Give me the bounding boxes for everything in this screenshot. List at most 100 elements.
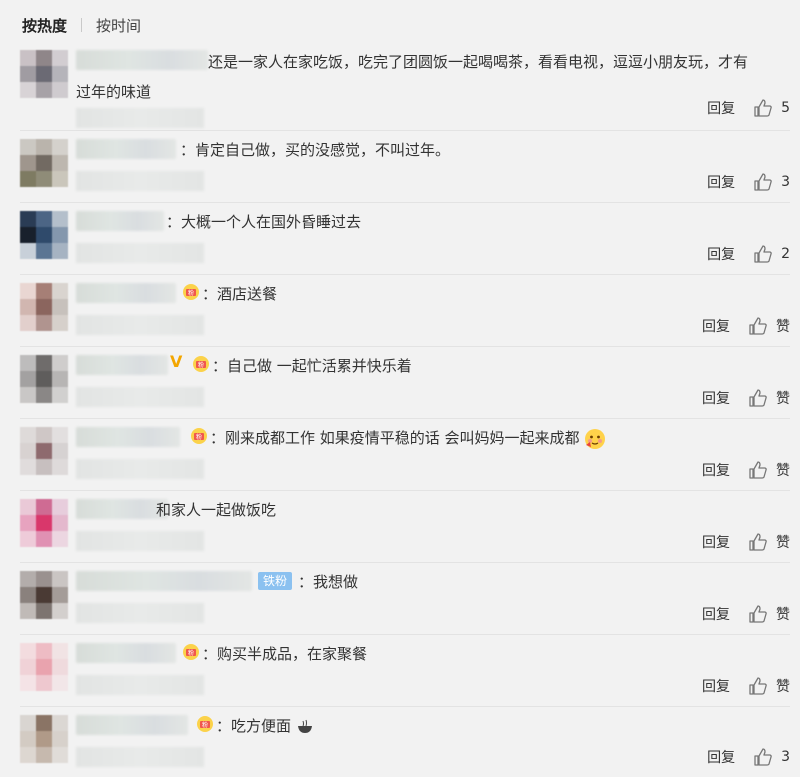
avatar[interactable]: [20, 50, 68, 98]
like-button[interactable]: 3: [753, 747, 790, 767]
comment-item: 粉 ：刚来成都工作 如果疫情平稳的话 会叫妈妈一起来成都 回复 赞: [20, 419, 790, 491]
reply-button[interactable]: 回复: [702, 460, 730, 480]
comment-item: 粉 ：购买半成品，在家聚餐 回复 赞: [20, 635, 790, 707]
username-blurred[interactable]: [76, 499, 168, 519]
avatar[interactable]: [20, 139, 68, 187]
comment-actions: 回复 赞: [702, 460, 790, 480]
comment-actions: 回复 3: [707, 747, 790, 767]
blush-emoji-icon: [585, 428, 606, 449]
svg-text:粉: 粉: [188, 649, 194, 657]
like-count: 赞: [776, 463, 790, 479]
like-count: 5: [781, 100, 790, 116]
comment-item: ：大概一个人在国外昏睡过去 回复 2: [20, 203, 790, 275]
like-count: 赞: [776, 535, 790, 551]
reply-button[interactable]: 回复: [707, 747, 735, 767]
username-blurred[interactable]: [76, 355, 168, 375]
thumbs-up-icon: [754, 245, 772, 263]
username-blurred[interactable]: [76, 283, 176, 303]
fan-medal-icon: 粉: [183, 644, 199, 660]
like-button[interactable]: 5: [753, 98, 790, 118]
comment-text-content: ：吃方便面: [216, 717, 292, 735]
comment-item: 粉 ：吃方便面 回复 3: [20, 707, 790, 773]
comment-text: 还是一家人在家吃饭，吃完了团圆饭一起喝喝茶，看看电视，逗逗小朋友玩，才有过年的味…: [76, 53, 749, 101]
fan-badge: 铁粉: [258, 572, 293, 590]
fan-medal-icon: 粉: [197, 716, 213, 732]
thumbs-up-icon: [754, 748, 772, 766]
comment-actions: 回复 2: [707, 244, 790, 264]
comment-item: 和家人一起做饭吃 回复 赞: [20, 491, 790, 563]
username-blurred[interactable]: [76, 427, 180, 447]
comment-text: ：吃方便面: [216, 711, 314, 741]
reply-button[interactable]: 回复: [702, 532, 730, 552]
avatar[interactable]: [20, 355, 68, 403]
like-button[interactable]: 2: [753, 244, 790, 264]
comment-item: 还是一家人在家吃饭，吃完了团圆饭一起喝喝茶，看看电视，逗逗小朋友玩，才有过年的味…: [20, 50, 790, 131]
thumbs-up-icon: [754, 173, 772, 191]
comment-text: ：酒店送餐: [202, 285, 278, 303]
thumbs-up-icon: [749, 605, 767, 623]
comment-actions: 回复 赞: [702, 316, 790, 336]
like-count: 赞: [776, 391, 790, 407]
reply-button[interactable]: 回复: [702, 676, 730, 696]
reply-button[interactable]: 回复: [707, 172, 735, 192]
reply-button[interactable]: 回复: [702, 388, 730, 408]
username-blurred[interactable]: [76, 715, 188, 735]
meta-blurred: [76, 531, 204, 551]
like-button[interactable]: 赞: [748, 388, 790, 408]
username-blurred[interactable]: [76, 643, 176, 663]
fan-medal-icon: 粉: [191, 428, 207, 444]
reply-button[interactable]: 回复: [707, 98, 735, 118]
comment-item: 铁粉 ：我想做 回复 赞: [20, 563, 790, 635]
meta-blurred: [76, 459, 204, 479]
comment-text: ：自己做 一起忙活累并快乐着: [212, 357, 412, 375]
meta-blurred: [76, 315, 204, 335]
username-blurred[interactable]: [76, 211, 164, 231]
comment-text: ：大概一个人在国外昏睡过去: [166, 213, 362, 231]
comment-item: 粉 ：酒店送餐 回复 赞: [20, 275, 790, 347]
avatar[interactable]: [20, 211, 68, 259]
reply-button[interactable]: 回复: [702, 316, 730, 336]
fan-medal-icon: 粉: [193, 356, 209, 372]
meta-blurred: [76, 171, 204, 191]
fan-medal-icon: 粉: [183, 284, 199, 300]
like-count: 赞: [776, 607, 790, 623]
username-blurred[interactable]: [76, 571, 252, 591]
like-button[interactable]: 赞: [748, 316, 790, 336]
comment-actions: 回复 3: [707, 172, 790, 192]
avatar[interactable]: [20, 499, 68, 547]
comment-text: ：购买半成品，在家聚餐: [202, 645, 368, 663]
like-button[interactable]: 赞: [748, 604, 790, 624]
svg-text:粉: 粉: [202, 721, 208, 729]
avatar[interactable]: [20, 571, 68, 619]
svg-text:粉: 粉: [196, 433, 202, 441]
reply-button[interactable]: 回复: [702, 604, 730, 624]
like-count: 赞: [776, 679, 790, 695]
like-button[interactable]: 赞: [748, 460, 790, 480]
sort-tab-hot[interactable]: 按热度: [22, 15, 67, 36]
like-button[interactable]: 赞: [748, 532, 790, 552]
avatar[interactable]: [20, 715, 68, 763]
thumbs-up-icon: [749, 389, 767, 407]
meta-blurred: [76, 108, 204, 128]
noodle-bowl-icon: [297, 719, 312, 733]
meta-blurred: [76, 675, 204, 695]
meta-blurred: [76, 243, 204, 263]
reply-button[interactable]: 回复: [707, 244, 735, 264]
thumbs-up-icon: [754, 99, 772, 117]
avatar[interactable]: [20, 283, 68, 331]
sort-tab-time[interactable]: 按时间: [96, 15, 141, 36]
username-blurred[interactable]: [76, 139, 176, 159]
thumbs-up-icon: [749, 533, 767, 551]
sort-bar: 按热度 按时间: [0, 0, 800, 50]
comment-actions: 回复 赞: [702, 388, 790, 408]
comment-actions: 回复 赞: [702, 532, 790, 552]
like-count: 2: [781, 246, 790, 262]
like-button[interactable]: 3: [753, 172, 790, 192]
like-count: 3: [781, 749, 790, 765]
like-count: 赞: [776, 319, 790, 335]
like-button[interactable]: 赞: [748, 676, 790, 696]
avatar[interactable]: [20, 427, 68, 475]
meta-blurred: [76, 603, 204, 623]
meta-blurred: [76, 747, 204, 767]
avatar[interactable]: [20, 643, 68, 691]
